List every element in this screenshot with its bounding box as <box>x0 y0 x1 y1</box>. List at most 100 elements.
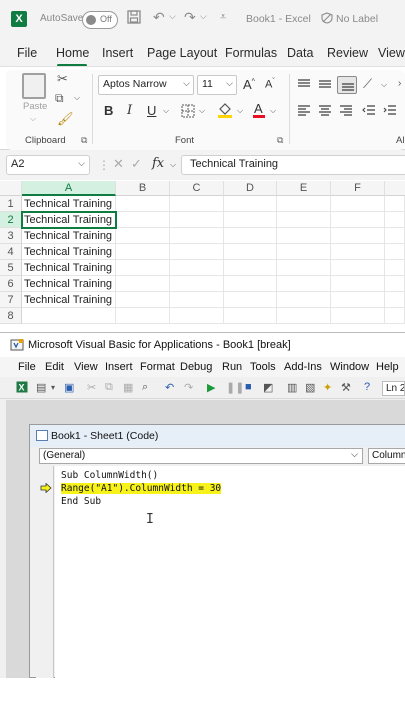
font-size-combo[interactable]: 11 ⌵ <box>197 75 237 95</box>
cell[interactable] <box>224 212 277 228</box>
cell-a7[interactable]: Technical Training <box>22 292 116 308</box>
undo-icon[interactable]: ↶ <box>165 381 174 394</box>
column-header-a[interactable]: A <box>22 181 116 196</box>
redo-icon[interactable]: ↷ <box>184 381 193 394</box>
align-right-icon[interactable] <box>339 104 353 119</box>
cell[interactable] <box>116 308 170 324</box>
cell[interactable] <box>277 292 331 308</box>
font-launcher-icon[interactable]: ⧉ <box>277 135 283 146</box>
underline-dropdown-icon[interactable]: ⌵ <box>163 106 169 116</box>
cell[interactable] <box>277 228 331 244</box>
fill-color-icon[interactable] <box>217 101 233 122</box>
cell[interactable] <box>224 260 277 276</box>
cell[interactable] <box>170 276 224 292</box>
cell-a5[interactable]: Technical Training <box>22 260 116 276</box>
row-header-4[interactable]: 4 <box>0 244 22 260</box>
align-center-icon[interactable] <box>318 104 332 119</box>
copy-icon[interactable]: ⧉ <box>105 381 113 394</box>
menu-run[interactable]: Run <box>222 361 242 373</box>
row-header-8[interactable]: 8 <box>0 308 22 324</box>
cell-a8[interactable] <box>22 308 116 324</box>
customize-toolbar-icon[interactable]: ⩡ <box>220 11 226 24</box>
align-left-icon[interactable] <box>297 104 311 119</box>
tab-formulas[interactable]: Formulas <box>225 46 277 60</box>
save-icon[interactable]: ▣ <box>64 381 74 394</box>
cell[interactable] <box>116 212 170 228</box>
code-line-1[interactable]: Sub ColumnWidth() <box>61 470 158 481</box>
cell[interactable] <box>170 260 224 276</box>
menu-tools[interactable]: Tools <box>250 361 276 373</box>
cell[interactable] <box>170 244 224 260</box>
properties-icon[interactable]: ▧ <box>305 381 315 394</box>
run-icon[interactable]: ▶ <box>207 381 215 394</box>
cut-icon[interactable]: ✂ <box>87 381 96 394</box>
cell[interactable] <box>277 244 331 260</box>
insert-module-icon[interactable]: ▤ <box>36 381 46 394</box>
object-combo[interactable]: (General) ⌵ <box>39 448 363 464</box>
menu-debug[interactable]: Debug <box>180 361 212 373</box>
undo-icon[interactable]: ↶ <box>153 9 165 26</box>
orientation-dropdown-icon[interactable]: ⌵ <box>381 80 387 90</box>
paste-label[interactable]: Paste <box>23 101 47 112</box>
cell[interactable] <box>385 308 405 324</box>
cell[interactable] <box>277 196 331 212</box>
autosave-toggle[interactable]: Off <box>82 11 118 29</box>
redo-icon[interactable]: ↷ <box>184 9 196 26</box>
grow-font-button[interactable]: A^ <box>243 77 255 92</box>
column-header-d[interactable]: D <box>224 181 277 196</box>
borders-icon[interactable] <box>181 104 195 121</box>
menu-file[interactable]: File <box>18 361 36 373</box>
menu-add-ins[interactable]: Add-Ins <box>284 361 322 373</box>
cell[interactable] <box>116 196 170 212</box>
borders-dropdown-icon[interactable]: ⌵ <box>199 106 205 116</box>
tab-insert[interactable]: Insert <box>102 46 133 60</box>
paste-dropdown-icon[interactable]: ⌵ <box>30 114 36 124</box>
cell[interactable] <box>385 276 405 292</box>
cell[interactable] <box>277 212 331 228</box>
formula-input[interactable]: Technical Training <box>181 155 405 175</box>
row-header-6[interactable]: 6 <box>0 276 22 292</box>
cell[interactable] <box>116 244 170 260</box>
cell[interactable] <box>277 276 331 292</box>
column-header-b[interactable]: B <box>116 181 170 196</box>
cell[interactable] <box>331 308 385 324</box>
menu-format[interactable]: Format <box>140 361 175 373</box>
cancel-entry-icon[interactable]: ✕ <box>113 156 124 172</box>
select-all-corner[interactable] <box>0 181 22 196</box>
cell-a1[interactable]: Technical Training <box>22 196 116 212</box>
wrap-text-icon[interactable]: › <box>398 78 401 89</box>
bold-button[interactable]: B <box>104 103 113 118</box>
code-editor[interactable] <box>55 466 405 678</box>
code-line-2-highlighted[interactable]: Range("A1").ColumnWidth = 30 <box>61 483 222 494</box>
column-header-f[interactable]: F <box>331 181 385 196</box>
break-icon[interactable]: ❚❚ <box>226 381 244 394</box>
insert-dropdown-icon[interactable]: ▾ <box>51 383 55 392</box>
cell[interactable] <box>224 228 277 244</box>
increase-indent-icon[interactable] <box>383 104 397 119</box>
row-header-5[interactable]: 5 <box>0 260 22 276</box>
font-name-combo[interactable]: Aptos Narrow ⌵ <box>98 75 194 95</box>
cell[interactable] <box>385 292 405 308</box>
tab-review[interactable]: Review <box>327 46 368 60</box>
column-header-e[interactable]: E <box>277 181 331 196</box>
cell[interactable] <box>385 260 405 276</box>
row-header-1[interactable]: 1 <box>0 196 22 212</box>
menu-window[interactable]: Window <box>330 361 369 373</box>
cell[interactable] <box>331 260 385 276</box>
shrink-font-button[interactable]: Aˇ <box>265 78 275 91</box>
cell[interactable] <box>385 244 405 260</box>
orientation-icon[interactable]: ⟋ <box>363 76 372 92</box>
sensitivity-icon[interactable] <box>321 11 333 27</box>
menu-help[interactable]: Help <box>376 361 399 373</box>
name-box[interactable]: A2 ⌵ <box>6 155 90 175</box>
cell[interactable] <box>170 196 224 212</box>
toolbox-icon[interactable]: ⚒ <box>341 381 351 394</box>
sensitivity-label[interactable]: No Label <box>336 13 378 25</box>
tab-home[interactable]: Home <box>56 46 89 60</box>
cell[interactable] <box>224 292 277 308</box>
align-bottom-button[interactable] <box>337 76 357 94</box>
align-top-icon[interactable] <box>297 78 311 93</box>
more-options-icon[interactable]: ⋮ <box>98 158 110 172</box>
save-icon[interactable] <box>127 10 141 27</box>
code-line-3[interactable]: End Sub <box>61 496 101 507</box>
